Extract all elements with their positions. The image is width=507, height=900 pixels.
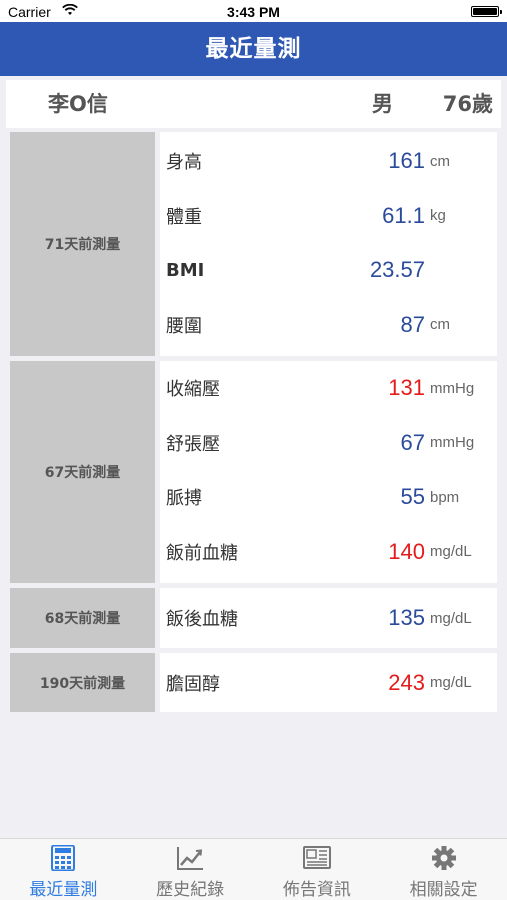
measurement-label: 飯後血糖 — [166, 609, 238, 630]
measurement-age-label: 190天前測量 — [10, 653, 155, 712]
measurement-label: 脈搏 — [166, 488, 202, 510]
chart-icon — [177, 847, 204, 870]
measurement-group: 71天前測量 身高 161 cm 體重 61.1 kg BMI 23.57 腰圍… — [10, 132, 497, 356]
measurement-label: 飯前血糖 — [166, 542, 238, 564]
measurement-value: 87 — [400, 311, 425, 337]
measurement-unit: mmHg — [430, 434, 475, 452]
newspaper-icon — [302, 846, 331, 869]
measurement-unit: mg/dL — [430, 543, 472, 561]
calculator-icon — [51, 845, 76, 871]
measurement-row-weight[interactable]: 體重 61.1 kg — [160, 189, 497, 244]
measurement-list: 飯後血糖 135 mg/dL — [160, 588, 497, 648]
tab-bar: 最近量測 歷史紀錄 佈告資訊 相關設定 — [0, 838, 507, 900]
measurement-row-cholesterol[interactable]: 膽固醇 243 mg/dL — [160, 653, 497, 712]
tab-label: 最近量測 — [29, 880, 98, 900]
tab-recent-measurements[interactable]: 最近量測 — [0, 839, 127, 900]
measurement-row-systolic[interactable]: 收縮壓 131 mmHg — [160, 361, 497, 416]
measurement-label: 舒張壓 — [166, 433, 220, 455]
measurement-unit: kg — [430, 207, 446, 225]
tab-announcements[interactable]: 佈告資訊 — [254, 839, 381, 900]
tab-settings[interactable]: 相關設定 — [380, 839, 507, 900]
patient-info: 李O信 男 76歲 — [6, 80, 501, 128]
battery-icon — [471, 6, 502, 17]
measurement-value: 55 — [400, 484, 425, 510]
measurement-row-pulse[interactable]: 脈搏 55 bpm — [160, 470, 497, 525]
measurement-label: BMI — [166, 259, 205, 281]
patient-name: 李O信 — [48, 92, 108, 116]
measurement-value: 67 — [400, 429, 425, 455]
status-bar: Carrier 3:43 PM — [0, 0, 507, 22]
measurement-group: 67天前測量 收縮壓 131 mmHg 舒張壓 67 mmHg 脈搏 55 bp… — [10, 361, 497, 583]
patient-gender: 男 — [372, 92, 393, 116]
measurement-list: 身高 161 cm 體重 61.1 kg BMI 23.57 腰圍 87 cm — [160, 132, 497, 356]
measurement-age-label: 67天前測量 — [10, 361, 155, 583]
measurement-unit: mg/dL — [430, 674, 472, 691]
measurement-group: 190天前測量 膽固醇 243 mg/dL — [10, 653, 497, 712]
measurement-label: 收縮壓 — [166, 379, 220, 401]
measurement-label: 腰圍 — [166, 315, 202, 337]
measurement-label: 身高 — [166, 152, 202, 174]
measurement-value: 131 — [388, 375, 425, 401]
measurement-value: 61.1 — [382, 202, 425, 228]
measurement-unit: bpm — [430, 488, 460, 506]
measurement-unit: cm — [430, 152, 450, 170]
measurement-row-fasting-glucose[interactable]: 飯前血糖 140 mg/dL — [160, 525, 497, 580]
measurement-unit: mg/dL — [430, 609, 472, 627]
measurement-value: 23.57 — [369, 257, 425, 283]
measurement-age-label: 71天前測量 — [10, 132, 155, 356]
measurement-row-diastolic[interactable]: 舒張壓 67 mmHg — [160, 416, 497, 471]
measurement-value: 140 — [388, 538, 425, 564]
tab-label: 佈告資訊 — [282, 880, 351, 900]
measurement-unit: mmHg — [430, 379, 475, 397]
measurement-list: 收縮壓 131 mmHg 舒張壓 67 mmHg 脈搏 55 bpm 飯前血糖 … — [160, 361, 497, 583]
nav-bar: 最近量測 — [0, 22, 507, 76]
measurement-row-waist[interactable]: 腰圍 87 cm — [160, 298, 497, 353]
measurement-row-height[interactable]: 身高 161 cm — [160, 134, 497, 189]
gear-icon — [431, 846, 456, 870]
tab-history[interactable]: 歷史紀錄 — [127, 839, 254, 900]
measurement-unit: cm — [430, 316, 450, 334]
tab-label: 歷史紀錄 — [156, 880, 225, 900]
measurement-row-postmeal-glucose[interactable]: 飯後血糖 135 mg/dL — [160, 588, 497, 648]
status-time: 3:43 PM — [227, 4, 280, 20]
tab-label: 相關設定 — [409, 880, 478, 900]
page-title: 最近量測 — [205, 36, 302, 62]
measurement-group: 68天前測量 飯後血糖 135 mg/dL — [10, 588, 497, 648]
measurement-label: 膽固醇 — [166, 673, 220, 695]
measurement-row-bmi[interactable]: BMI 23.57 — [160, 243, 497, 298]
measurement-value: 161 — [388, 148, 425, 174]
measurement-label: 體重 — [166, 206, 202, 228]
measurement-age-label: 68天前測量 — [10, 588, 155, 648]
measurement-value: 135 — [388, 605, 425, 630]
measurement-list: 膽固醇 243 mg/dL — [160, 653, 497, 712]
patient-age: 76歲 — [442, 92, 493, 116]
measurement-value: 243 — [388, 669, 425, 695]
